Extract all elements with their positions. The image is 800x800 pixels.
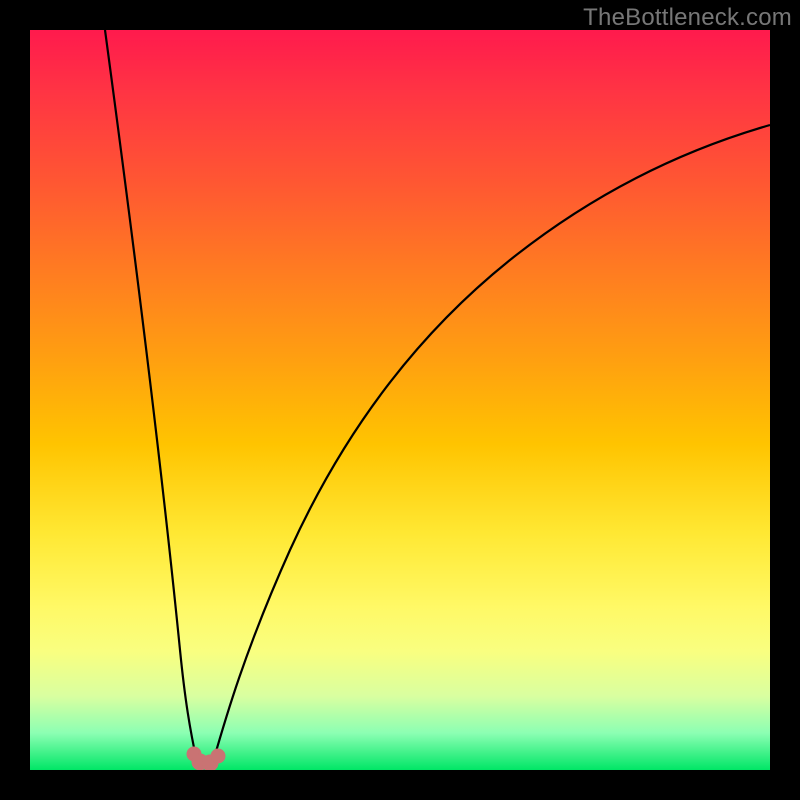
plot-area (30, 30, 770, 770)
watermark-text: TheBottleneck.com (583, 4, 792, 32)
curve-right (213, 125, 770, 762)
bottleneck-curve (30, 30, 770, 770)
valley-marker (187, 747, 225, 770)
curve-left (105, 30, 197, 762)
